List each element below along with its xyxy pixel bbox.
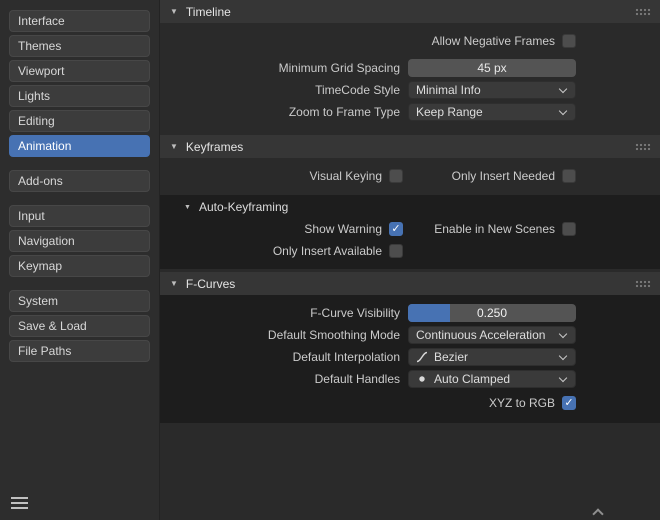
- xyz-to-rgb-row: XYZ to RGB: [160, 393, 660, 413]
- checkbox-label: Only Insert Needed: [452, 169, 555, 183]
- panel-fcurves: ▼ F-Curves F-Curve Visibility 0.250 Defa…: [160, 272, 660, 423]
- zoom-to-frame-row: Zoom to Frame Type Keep Range: [160, 102, 660, 122]
- disclosure-triangle-icon[interactable]: ▼: [170, 7, 178, 16]
- min-grid-spacing-row: Minimum Grid Spacing 45 px: [160, 58, 660, 78]
- only-insert-available-row: Only Insert Available: [160, 241, 660, 261]
- field-label: Default Handles: [160, 372, 408, 386]
- chevron-down-icon: [559, 108, 568, 117]
- keyframes-panel-body: Visual Keying Only Insert Needed ▼ Auto-…: [160, 158, 660, 269]
- panel-title: Timeline: [186, 5, 231, 19]
- panel-title: Keyframes: [186, 140, 243, 154]
- sidebar-item-save-load[interactable]: Save & Load: [9, 315, 150, 337]
- panel-keyframes: ▼ Keyframes Visual Keying Only Insert Ne…: [160, 135, 660, 269]
- panel-timeline: ▼ Timeline Allow Negative Frames Minimum…: [160, 0, 660, 132]
- checkbox-label: Enable in New Scenes: [434, 222, 555, 236]
- allow-negative-frames-row: Allow Negative Frames: [160, 31, 660, 51]
- sidebar-item-input[interactable]: Input: [9, 205, 150, 227]
- default-interpolation-row: Default Interpolation Bezier: [160, 347, 660, 367]
- panel-title: F-Curves: [186, 277, 235, 291]
- chevron-down-icon: [559, 375, 568, 384]
- bezier-curve-icon: [416, 351, 428, 363]
- timecode-style-row: TimeCode Style Minimal Info: [160, 80, 660, 100]
- panel-drag-grip-icon[interactable]: [635, 280, 651, 288]
- fcurves-panel-body: F-Curve Visibility 0.250 Default Smoothi…: [160, 295, 660, 423]
- interpolation-dropdown[interactable]: Bezier: [408, 348, 576, 366]
- sidebar-item-lights[interactable]: Lights: [9, 85, 150, 107]
- dropdown-value: Continuous Acceleration: [416, 328, 545, 342]
- fcurves-panel-header[interactable]: ▼ F-Curves: [160, 272, 660, 295]
- panel-drag-grip-icon[interactable]: [635, 8, 651, 16]
- auto-key-checkboxes-row: Show Warning Enable in New Scenes: [160, 219, 660, 239]
- chevron-down-icon: [559, 86, 568, 95]
- preferences-sidebar: Interface Themes Viewport Lights Editing…: [0, 0, 160, 520]
- smoothing-mode-dropdown[interactable]: Continuous Acceleration: [408, 326, 576, 344]
- timecode-style-dropdown[interactable]: Minimal Info: [408, 81, 576, 99]
- field-label: F-Curve Visibility: [160, 306, 408, 320]
- disclosure-triangle-icon[interactable]: ▼: [170, 279, 178, 288]
- smoothing-mode-row: Default Smoothing Mode Continuous Accele…: [160, 325, 660, 345]
- preferences-menu-icon[interactable]: [11, 497, 28, 509]
- checkbox-label: Allow Negative Frames: [432, 34, 555, 48]
- sidebar-item-file-paths[interactable]: File Paths: [9, 340, 150, 362]
- timeline-panel-body: Allow Negative Frames Minimum Grid Spaci…: [160, 23, 660, 132]
- dropdown-value: Bezier: [434, 350, 468, 364]
- timeline-panel-header[interactable]: ▼ Timeline: [160, 0, 660, 23]
- sidebar-item-animation[interactable]: Animation: [9, 135, 150, 157]
- field-label: Zoom to Frame Type: [160, 105, 408, 119]
- keying-checkboxes-row: Visual Keying Only Insert Needed: [160, 166, 660, 186]
- enable-in-new-scenes-checkbox[interactable]: [562, 222, 576, 236]
- field-label: TimeCode Style: [160, 83, 408, 97]
- chevron-down-icon: [559, 331, 568, 340]
- nav-group-system: System Save & Load File Paths: [9, 290, 150, 362]
- sidebar-item-keymap[interactable]: Keymap: [9, 255, 150, 277]
- min-grid-spacing-field[interactable]: 45 px: [408, 59, 576, 77]
- field-label: Default Interpolation: [160, 350, 408, 364]
- fcurve-visibility-row: F-Curve Visibility 0.250: [160, 303, 660, 323]
- nav-group-addons: Add-ons: [9, 170, 150, 192]
- sidebar-item-addons[interactable]: Add-ons: [9, 170, 150, 192]
- dropdown-value: Keep Range: [416, 105, 483, 119]
- visual-keying-checkbox[interactable]: [389, 169, 403, 183]
- nav-group-main: Interface Themes Viewport Lights Editing…: [9, 10, 150, 157]
- default-handles-row: Default Handles Auto Clamped: [160, 369, 660, 389]
- disclosure-triangle-icon[interactable]: ▼: [184, 204, 191, 211]
- disclosure-triangle-icon[interactable]: ▼: [170, 142, 178, 151]
- auto-keyframing-subpanel: ▼ Auto-Keyframing Show Warning Enable in…: [160, 195, 660, 269]
- dropdown-value: Auto Clamped: [434, 372, 510, 386]
- scroll-up-indicator-icon[interactable]: [592, 507, 604, 517]
- sidebar-item-navigation[interactable]: Navigation: [9, 230, 150, 252]
- keyframes-panel-header[interactable]: ▼ Keyframes: [160, 135, 660, 158]
- show-warning-checkbox[interactable]: [389, 222, 403, 236]
- checkbox-label: Only Insert Available: [273, 244, 382, 258]
- fcurve-visibility-slider[interactable]: 0.250: [408, 304, 576, 322]
- auto-keyframing-header[interactable]: ▼ Auto-Keyframing: [160, 195, 660, 219]
- xyz-to-rgb-checkbox[interactable]: [562, 396, 576, 410]
- dropdown-value: Minimal Info: [416, 83, 481, 97]
- subpanel-title: Auto-Keyframing: [199, 200, 288, 214]
- checkbox-label: Show Warning: [304, 222, 382, 236]
- field-label: Minimum Grid Spacing: [160, 61, 408, 75]
- chevron-down-icon: [559, 353, 568, 362]
- slider-value: 0.250: [408, 304, 576, 322]
- checkbox-label: XYZ to RGB: [489, 396, 555, 410]
- blender-preferences-window: Interface Themes Viewport Lights Editing…: [0, 0, 660, 520]
- sidebar-item-interface[interactable]: Interface: [9, 10, 150, 32]
- handles-dropdown[interactable]: Auto Clamped: [408, 370, 576, 388]
- panel-drag-grip-icon[interactable]: [635, 143, 651, 151]
- field-label: Default Smoothing Mode: [160, 328, 408, 342]
- only-insert-needed-checkbox[interactable]: [562, 169, 576, 183]
- sidebar-item-editing[interactable]: Editing: [9, 110, 150, 132]
- sidebar-item-viewport[interactable]: Viewport: [9, 60, 150, 82]
- only-insert-available-checkbox[interactable]: [389, 244, 403, 258]
- nav-group-input: Input Navigation Keymap: [9, 205, 150, 277]
- allow-negative-frames-checkbox[interactable]: [562, 34, 576, 48]
- sidebar-item-themes[interactable]: Themes: [9, 35, 150, 57]
- handle-dot-icon: [416, 373, 428, 385]
- checkbox-label: Visual Keying: [310, 169, 383, 183]
- sidebar-item-system[interactable]: System: [9, 290, 150, 312]
- zoom-to-frame-dropdown[interactable]: Keep Range: [408, 103, 576, 121]
- preferences-main: ▼ Timeline Allow Negative Frames Minimum…: [160, 0, 660, 520]
